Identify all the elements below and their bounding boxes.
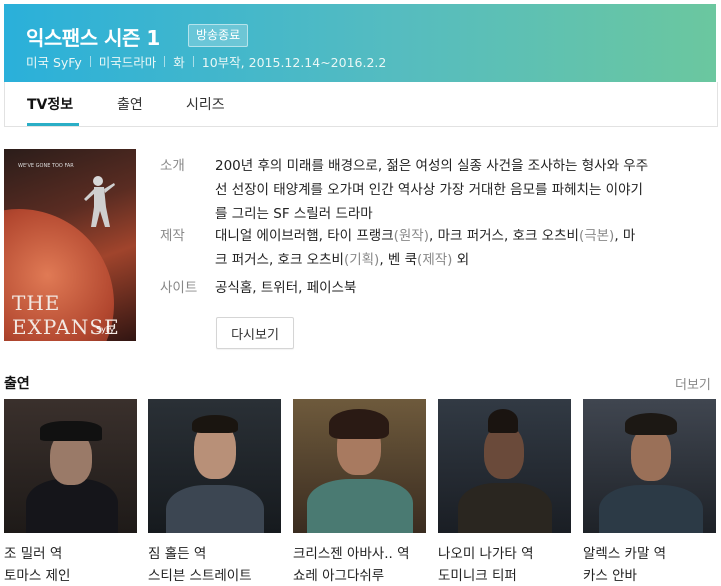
poster-network-logo: SyFy — [96, 325, 115, 334]
cast-actor-name: 토마스 제인 — [4, 568, 71, 584]
synopsis-line: 선 선장이 태양계를 오가며 인간 역사상 가장 거대한 음모를 파헤치는 이야… — [215, 182, 643, 198]
show-header: 익스팬스 시즌 1 방송종료 미국 SyFy 미국드라마 화 10부작, 201… — [4, 4, 716, 82]
show-meta: 미국 SyFy 미국드라마 화 10부작, 2015.12.14~2016.2.… — [26, 52, 386, 71]
cast-card[interactable]: 알렉스 카말 역 카스 안바 — [583, 399, 716, 584]
tab-series[interactable]: 시리즈 — [186, 94, 225, 114]
cast-actor-name: 도미니크 티퍼 — [438, 568, 517, 584]
cast-card[interactable]: 나오미 나가타 역 도미니크 티퍼 — [438, 399, 571, 584]
production-credit: 외 — [452, 252, 470, 268]
divider — [164, 56, 166, 67]
cast-role: 짐 홀든 역 — [148, 546, 207, 562]
divider — [192, 56, 194, 67]
twitter-link[interactable]: 트위터 — [261, 280, 298, 296]
cast-role: 나오미 나가타 역 — [438, 546, 534, 562]
more-link[interactable]: 더보기 — [675, 374, 711, 393]
cast-role: 알렉스 카말 역 — [583, 546, 667, 562]
official-site-link[interactable]: 공식홈 — [215, 280, 252, 296]
poster-astronaut — [84, 176, 115, 227]
meta-episodes-dates: 10부작, 2015.12.14~2016.2.2 — [201, 55, 387, 70]
meta-genre: 미국드라마 — [98, 55, 157, 70]
facebook-link[interactable]: 페이스북 — [307, 280, 357, 296]
site-links: 공식홈, 트위터, 페이스북 — [215, 280, 357, 296]
divider — [89, 56, 91, 67]
cast-role: 조 밀러 역 — [4, 546, 63, 562]
poster-tagline: WE'VE GONE TOO FAR — [18, 163, 74, 169]
cast-photo — [148, 399, 281, 533]
cast-actor-name: 스티븐 스트레이트 — [148, 568, 252, 584]
cast-section-title: 출연 — [4, 376, 30, 392]
cast-card[interactable]: 크리스젠 아바사.. 역 쇼레 아그다쉬루 — [293, 399, 426, 584]
cast-actor-name: 카스 안바 — [583, 568, 637, 584]
synopsis-line: 200년 후의 미래를 배경으로, 젊은 여성의 실종 사건을 조사하는 형사와… — [215, 158, 649, 174]
cast-card[interactable]: 조 밀러 역 토마스 제인 — [4, 399, 137, 584]
synopsis-text: 200년 후의 미래를 배경으로, 젊은 여성의 실종 사건을 조사하는 형사와… — [215, 154, 705, 226]
cast-card[interactable]: 짐 홀든 역 스티븐 스트레이트 — [148, 399, 281, 584]
show-title: 익스팬스 시즌 1 — [26, 26, 160, 50]
site-label: 사이트 — [160, 280, 198, 296]
production-credit: , 마 — [614, 228, 636, 244]
production-credit: , 벤 쿡 — [379, 252, 418, 268]
credit-role: (원작) — [393, 228, 429, 244]
production-credit: , 마크 퍼거스, 호크 오츠비 — [429, 228, 579, 244]
tab-tv-info[interactable]: TV정보 — [27, 94, 73, 114]
tab-bar: TV정보 출연 시리즈 — [4, 82, 718, 127]
cast-photo — [293, 399, 426, 533]
cast-photo — [583, 399, 716, 533]
production-label: 제작 — [160, 228, 185, 244]
production-text: 대니얼 에이브러햄, 타이 프랭크(원작), 마크 퍼거스, 호크 오츠비(극본… — [215, 224, 705, 272]
rewatch-button[interactable]: 다시보기 — [216, 317, 294, 349]
cast-actor-name: 쇼레 아그다쉬루 — [293, 568, 385, 584]
poster-title: THE EXPANSE — [12, 291, 120, 339]
show-poster[interactable]: WE'VE GONE TOO FAR THE EXPANSE SyFy — [4, 149, 136, 341]
credit-role: (제작) — [417, 252, 453, 268]
production-credit: 대니얼 에이브러햄, 타이 프랭크 — [215, 228, 394, 244]
tab-cast[interactable]: 출연 — [117, 94, 143, 114]
active-tab-indicator — [27, 123, 79, 126]
production-credit: 크 퍼거스, 호크 오츠비 — [215, 252, 344, 268]
status-badge: 방송종료 — [188, 24, 249, 47]
meta-network: 미국 SyFy — [26, 55, 82, 70]
cast-photo — [4, 399, 137, 533]
synopsis-label: 소개 — [160, 158, 185, 174]
meta-day: 화 — [173, 55, 185, 70]
cast-role: 크리스젠 아바사.. 역 — [293, 546, 410, 562]
synopsis-line: 를 그리는 SF 스릴러 드라마 — [215, 206, 373, 222]
cast-photo — [438, 399, 571, 533]
credit-role: (기획) — [343, 252, 380, 268]
credit-role: (극본) — [578, 228, 615, 244]
